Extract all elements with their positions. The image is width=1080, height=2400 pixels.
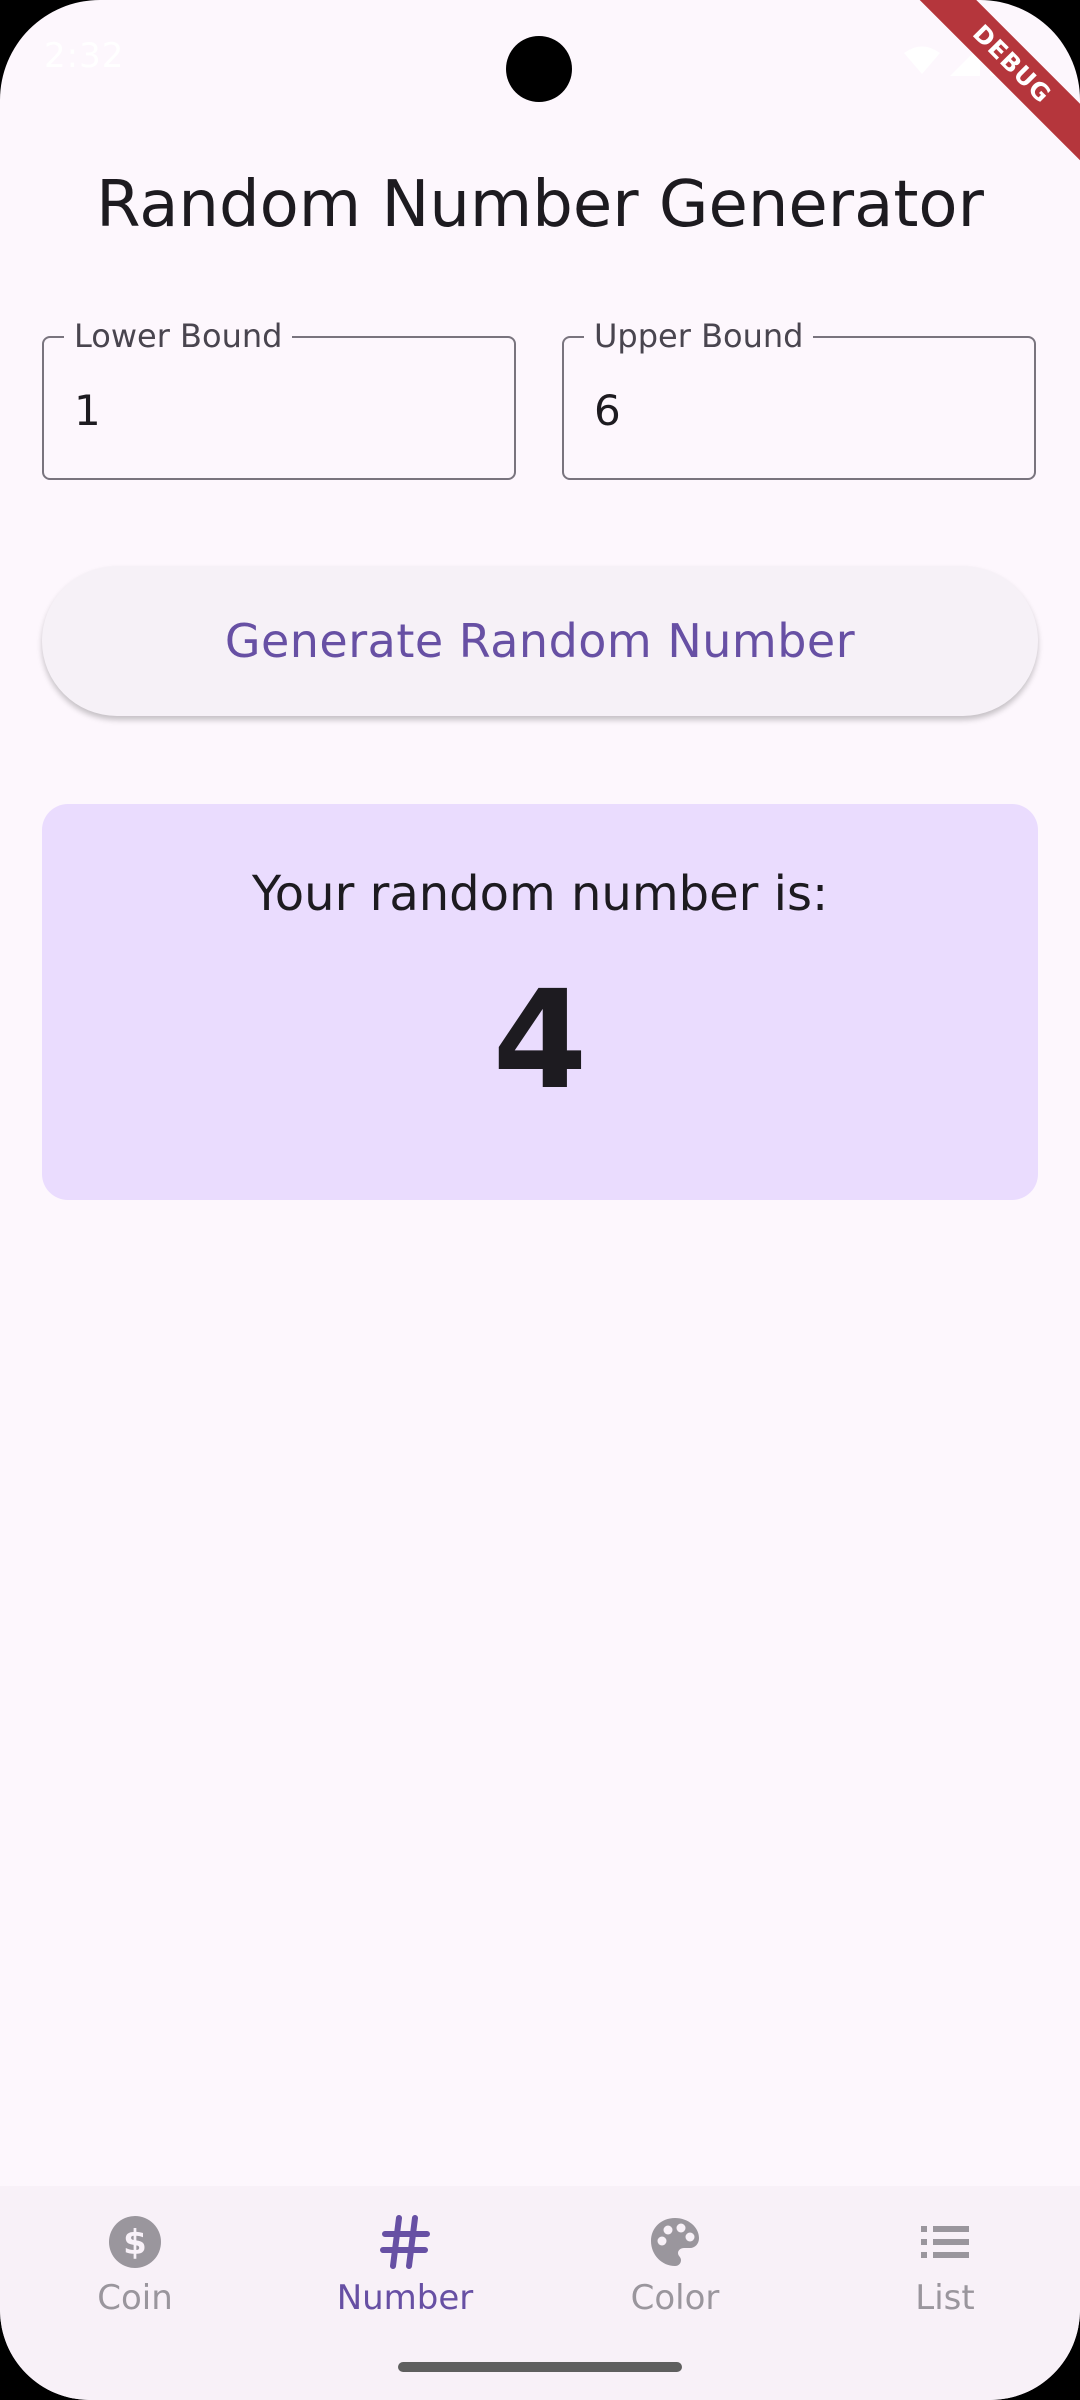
svg-text:$: $: [123, 2223, 147, 2263]
status-bar: 2:32 DEBUG: [0, 0, 1080, 171]
camera-cutout: [506, 36, 572, 102]
nav-label-color: Color: [630, 2278, 720, 2318]
hash-icon: [380, 2215, 430, 2269]
lower-bound-label: Lower Bound: [64, 316, 293, 356]
result-value: 4: [492, 962, 588, 1120]
home-indicator[interactable]: [398, 2362, 682, 2372]
nav-label-coin: Coin: [97, 2278, 173, 2318]
phone-screen: 2:32 DEBUG Random Number Generator Lower…: [0, 0, 1080, 2400]
list-icon: [921, 2226, 969, 2258]
upper-bound-value[interactable]: 6: [594, 386, 621, 435]
nav-item-number[interactable]: Number: [305, 2214, 505, 2318]
nav-item-coin[interactable]: $ Coin: [35, 2214, 235, 2318]
lower-bound-field[interactable]: Lower Bound 1: [42, 316, 516, 480]
nav-item-color[interactable]: Color: [575, 2214, 775, 2318]
dollar-circle-icon: $: [109, 2216, 161, 2268]
generate-random-number-button[interactable]: Generate Random Number: [42, 566, 1038, 716]
palette-icon: [651, 2218, 699, 2266]
debug-banner: DEBUG: [905, 0, 1080, 171]
status-time: 2:32: [44, 36, 125, 76]
lower-bound-value[interactable]: 1: [74, 386, 101, 435]
nav-item-list[interactable]: List: [845, 2214, 1045, 2318]
result-label: Your random number is:: [251, 866, 829, 922]
wifi-icon: [904, 46, 940, 74]
result-card: Your random number is: 4: [42, 804, 1038, 1200]
nav-label-list: List: [915, 2278, 975, 2318]
page-title: Random Number Generator: [96, 168, 984, 242]
upper-bound-label: Upper Bound: [584, 316, 814, 356]
upper-bound-field[interactable]: Upper Bound 6: [562, 316, 1036, 480]
nav-label-number: Number: [336, 2278, 474, 2318]
